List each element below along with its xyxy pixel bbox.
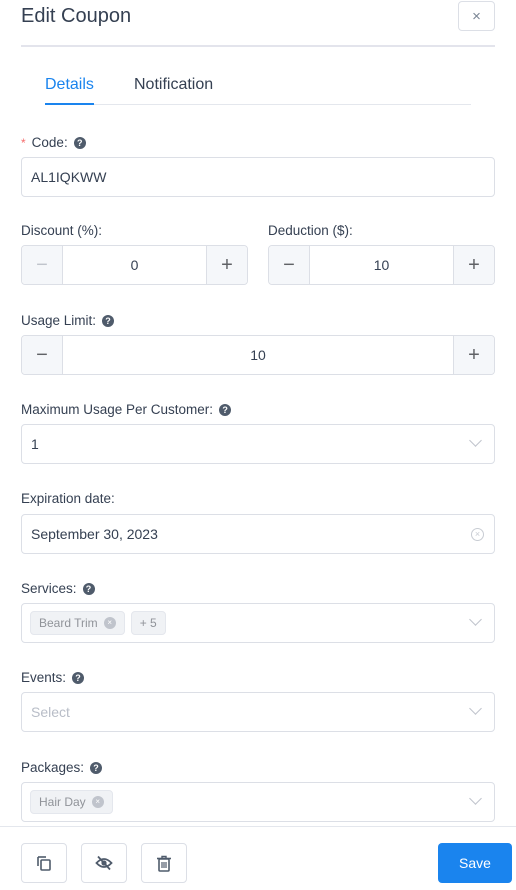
events-label: Events: ? <box>21 670 85 685</box>
packages-label: Packages: ? <box>21 760 103 775</box>
service-tag-label: Beard Trim <box>39 616 98 630</box>
services-select[interactable]: Beard Trim × + 5 <box>21 603 495 643</box>
dialog-title: Edit Coupon <box>21 5 132 27</box>
service-tag: Beard Trim × <box>30 611 125 635</box>
eye-slash-icon <box>95 855 113 871</box>
help-icon[interactable]: ? <box>72 671 85 684</box>
max-usage-label: Maximum Usage Per Customer: ? <box>21 402 232 417</box>
deduction-label-text: Deduction ($): <box>268 223 353 238</box>
dialog-header: Edit Coupon × <box>21 0 495 47</box>
code-label: * Code: ? <box>21 135 86 150</box>
duplicate-button[interactable] <box>21 843 67 883</box>
chevron-down-icon <box>469 792 482 805</box>
deduction-input[interactable]: 10 <box>310 246 453 284</box>
help-icon[interactable]: ? <box>90 761 103 774</box>
code-value: AL1IQKWW <box>31 169 107 185</box>
tab-notification[interactable]: Notification <box>134 76 213 94</box>
active-tab-indicator <box>45 103 94 105</box>
usage-limit-label: Usage Limit: ? <box>21 313 115 328</box>
services-label: Services: ? <box>21 581 95 596</box>
tab-details[interactable]: Details <box>45 76 94 94</box>
max-usage-value: 1 <box>31 436 39 452</box>
services-label-text: Services: <box>21 581 77 596</box>
hide-button[interactable] <box>81 843 127 883</box>
tab-bar: Details Notification <box>45 72 471 105</box>
events-label-text: Events: <box>21 670 67 685</box>
save-button[interactable]: Save <box>438 843 512 883</box>
help-icon[interactable]: ? <box>102 314 115 327</box>
expiration-value: September 30, 2023 <box>31 526 158 542</box>
discount-label-text: Discount (%): <box>21 223 103 238</box>
expiration-date-picker[interactable]: September 30, 2023 × <box>21 514 495 554</box>
trash-icon <box>157 855 171 872</box>
expiration-label: Expiration date: <box>21 491 115 506</box>
chevron-down-icon <box>469 702 482 715</box>
packages-select[interactable]: Hair Day × <box>21 782 495 822</box>
deduction-stepper: − 10 + <box>268 245 495 285</box>
usage-limit-input[interactable]: 10 <box>63 336 453 374</box>
max-usage-select[interactable]: 1 <box>21 424 495 464</box>
events-select[interactable]: Select <box>21 692 495 732</box>
code-label-text: Code: <box>31 135 68 150</box>
tag-close-icon[interactable]: × <box>91 796 104 808</box>
expiration-label-text: Expiration date: <box>21 491 115 506</box>
discount-input[interactable]: 0 <box>63 246 206 284</box>
max-usage-label-text: Maximum Usage Per Customer: <box>21 402 214 417</box>
usage-limit-label-text: Usage Limit: <box>21 313 97 328</box>
delete-button[interactable] <box>141 843 187 883</box>
usage-limit-increment-button[interactable]: + <box>453 336 494 374</box>
duplicate-icon <box>37 856 51 871</box>
discount-increment-button[interactable]: + <box>206 246 247 284</box>
close-icon: × <box>472 7 481 25</box>
discount-label: Discount (%): <box>21 223 102 238</box>
events-placeholder: Select <box>31 704 70 720</box>
package-tag-label: Hair Day <box>39 795 86 809</box>
code-input[interactable]: AL1IQKWW <box>21 157 495 197</box>
more-tags-badge: + 5 <box>130 611 166 635</box>
discount-stepper: − 0 + <box>21 245 248 285</box>
usage-limit-decrement-button[interactable]: − <box>22 336 63 374</box>
help-icon[interactable]: ? <box>73 136 86 149</box>
deduction-increment-button[interactable]: + <box>453 246 494 284</box>
help-icon[interactable]: ? <box>219 403 232 416</box>
deduction-label: Deduction ($): <box>268 223 353 238</box>
tag-close-icon[interactable]: × <box>103 617 116 629</box>
required-mark: * <box>21 135 26 150</box>
chevron-down-icon <box>469 434 482 447</box>
clear-icon[interactable]: × <box>471 528 484 541</box>
help-icon[interactable]: ? <box>82 582 95 595</box>
usage-limit-stepper: − 10 + <box>21 335 495 375</box>
discount-decrement-button[interactable]: − <box>22 246 63 284</box>
close-button[interactable]: × <box>458 1 495 31</box>
package-tag: Hair Day × <box>30 790 113 814</box>
footer-divider <box>0 826 516 827</box>
chevron-down-icon <box>469 613 482 626</box>
packages-label-text: Packages: <box>21 760 85 775</box>
deduction-decrement-button[interactable]: − <box>269 246 310 284</box>
